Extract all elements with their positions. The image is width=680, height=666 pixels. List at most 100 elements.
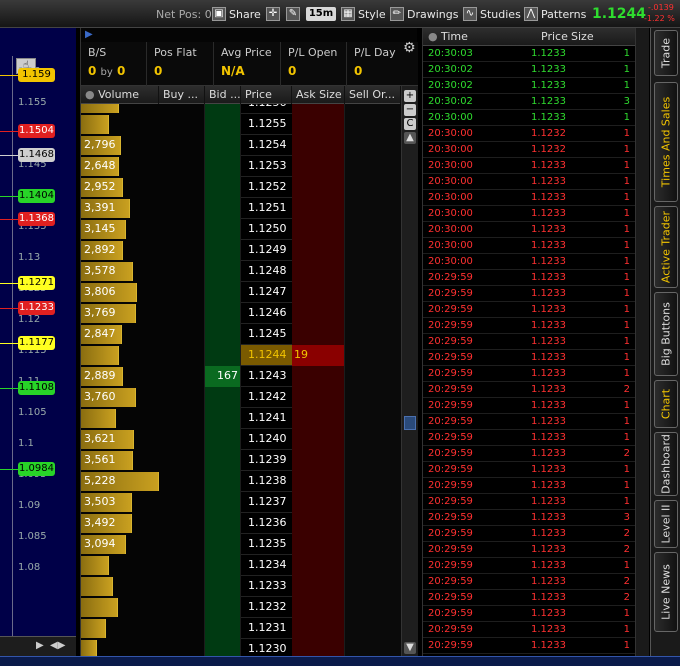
ask-size-cell[interactable] xyxy=(292,282,345,303)
bid-size-cell[interactable] xyxy=(205,576,241,597)
gear-icon[interactable]: ⚙ xyxy=(403,40,416,56)
buy-order-cell[interactable] xyxy=(159,387,205,408)
bid-size-cell[interactable] xyxy=(205,156,241,177)
sell-order-cell[interactable] xyxy=(345,492,401,513)
bid-size-cell[interactable] xyxy=(205,450,241,471)
col-time[interactable]: Time xyxy=(441,30,468,43)
sell-order-cell[interactable] xyxy=(345,219,401,240)
col-buy-orders[interactable]: Buy ... xyxy=(159,86,205,104)
sell-order-cell[interactable] xyxy=(345,618,401,639)
share-button[interactable]: ▣ Share xyxy=(212,5,261,23)
bid-size-cell[interactable] xyxy=(205,177,241,198)
buy-order-cell[interactable] xyxy=(159,177,205,198)
bid-size-cell[interactable]: 167 xyxy=(205,366,241,387)
side-tab-live-news[interactable]: Live News xyxy=(654,552,678,632)
ask-size-cell[interactable] xyxy=(292,303,345,324)
zoom-out-icon[interactable]: − xyxy=(404,104,416,116)
bid-size-cell[interactable] xyxy=(205,534,241,555)
bid-size-cell[interactable] xyxy=(205,240,241,261)
ask-size-cell[interactable] xyxy=(292,114,345,135)
bid-size-cell[interactable] xyxy=(205,345,241,366)
studies-button[interactable]: ∿ Studies xyxy=(463,5,521,23)
ask-size-cell[interactable] xyxy=(292,104,345,114)
buy-order-cell[interactable] xyxy=(159,555,205,576)
bid-size-cell[interactable] xyxy=(205,282,241,303)
sell-order-cell[interactable] xyxy=(345,576,401,597)
ask-size-cell[interactable] xyxy=(292,513,345,534)
bid-size-cell[interactable] xyxy=(205,114,241,135)
drawings-button[interactable]: ✏ Drawings xyxy=(390,5,458,23)
bid-size-cell[interactable] xyxy=(205,618,241,639)
sell-order-cell[interactable] xyxy=(345,114,401,135)
bid-size-cell[interactable] xyxy=(205,597,241,618)
expand-icon[interactable]: ◀▶ xyxy=(50,640,65,651)
buy-order-cell[interactable] xyxy=(159,366,205,387)
ask-size-cell[interactable] xyxy=(292,261,345,282)
bid-size-cell[interactable] xyxy=(205,219,241,240)
bid-size-cell[interactable] xyxy=(205,471,241,492)
ladder-scrollbar[interactable]: + − C ▲ ▼ xyxy=(401,86,418,658)
ask-size-cell[interactable] xyxy=(292,366,345,387)
buy-order-cell[interactable] xyxy=(159,156,205,177)
zoom-in-icon[interactable]: + xyxy=(404,90,416,102)
sell-order-cell[interactable] xyxy=(345,303,401,324)
bid-size-cell[interactable] xyxy=(205,198,241,219)
buy-order-cell[interactable] xyxy=(159,513,205,534)
buy-order-cell[interactable] xyxy=(159,114,205,135)
scroll-thumb[interactable] xyxy=(404,416,416,430)
chart-scroll-bar[interactable]: ▶ ◀▶ xyxy=(0,636,76,656)
wrench-button[interactable]: ✎ xyxy=(286,5,300,23)
sell-order-cell[interactable] xyxy=(345,387,401,408)
ask-size-cell[interactable] xyxy=(292,240,345,261)
bid-size-cell[interactable] xyxy=(205,324,241,345)
side-tab-trade[interactable]: Trade xyxy=(654,30,678,76)
sell-order-cell[interactable] xyxy=(345,429,401,450)
buy-order-cell[interactable] xyxy=(159,576,205,597)
buy-order-cell[interactable] xyxy=(159,618,205,639)
bid-size-cell[interactable] xyxy=(205,408,241,429)
side-tab-times-and-sales[interactable]: Times And Sales xyxy=(654,82,678,202)
bid-size-cell[interactable] xyxy=(205,492,241,513)
ask-size-cell[interactable] xyxy=(292,219,345,240)
buy-order-cell[interactable] xyxy=(159,282,205,303)
buy-order-cell[interactable] xyxy=(159,471,205,492)
ask-size-cell[interactable]: 19 xyxy=(292,345,345,366)
ask-size-cell[interactable] xyxy=(292,618,345,639)
col-tas-size[interactable]: Size xyxy=(571,30,594,43)
sell-order-cell[interactable] xyxy=(345,198,401,219)
ask-size-cell[interactable] xyxy=(292,492,345,513)
timeframe-button[interactable]: 15m xyxy=(306,7,336,21)
sell-order-cell[interactable] xyxy=(345,471,401,492)
buy-order-cell[interactable] xyxy=(159,345,205,366)
patterns-button[interactable]: ⋀ Patterns xyxy=(524,5,586,23)
price-chart[interactable]: ☝ 1.161.1551.151.1451.141.1351.131.1251.… xyxy=(0,28,76,656)
style-button[interactable]: ▦ Style xyxy=(341,5,386,23)
ask-size-cell[interactable] xyxy=(292,408,345,429)
scroll-up-icon[interactable]: ▲ xyxy=(404,132,416,144)
buy-order-cell[interactable] xyxy=(159,408,205,429)
sell-order-cell[interactable] xyxy=(345,156,401,177)
col-price[interactable]: Price xyxy=(241,86,292,104)
ask-size-cell[interactable] xyxy=(292,555,345,576)
sell-order-cell[interactable] xyxy=(345,450,401,471)
ask-size-cell[interactable] xyxy=(292,471,345,492)
bid-size-cell[interactable] xyxy=(205,303,241,324)
ask-size-cell[interactable] xyxy=(292,177,345,198)
center-icon[interactable]: C xyxy=(404,118,416,130)
sell-order-cell[interactable] xyxy=(345,135,401,156)
scroll-down-icon[interactable]: ▼ xyxy=(404,642,416,654)
expand-arrow-icon[interactable]: ▶ xyxy=(85,29,93,40)
crosshair-button[interactable]: ✛ xyxy=(266,5,280,23)
col-sell-orders[interactable]: Sell Or... xyxy=(345,86,401,104)
sell-order-cell[interactable] xyxy=(345,408,401,429)
bid-size-cell[interactable] xyxy=(205,387,241,408)
sell-order-cell[interactable] xyxy=(345,597,401,618)
side-tab-chart[interactable]: Chart xyxy=(654,380,678,428)
bid-size-cell[interactable] xyxy=(205,555,241,576)
col-bid-size[interactable]: Bid ... xyxy=(205,86,241,104)
ask-size-cell[interactable] xyxy=(292,387,345,408)
buy-order-cell[interactable] xyxy=(159,429,205,450)
buy-order-cell[interactable] xyxy=(159,492,205,513)
buy-order-cell[interactable] xyxy=(159,534,205,555)
buy-order-cell[interactable] xyxy=(159,303,205,324)
